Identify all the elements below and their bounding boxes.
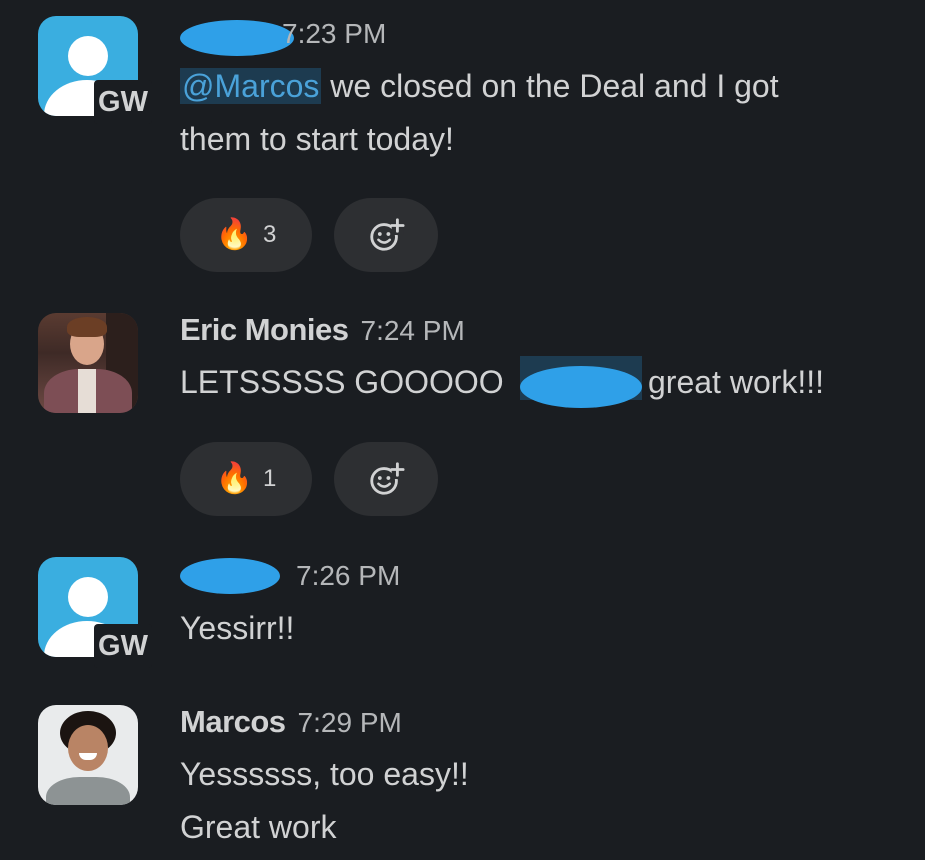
message-text-line: Yessssss, too easy!!: [180, 756, 469, 792]
fire-emoji-icon: 🔥: [215, 218, 253, 251]
message-list: GW 7:23 PM @Marcos we closed on the Deal…: [0, 0, 925, 860]
sender-name[interactable]: Eric Monies: [180, 312, 349, 347]
message-text-line: we closed on the Deal and I got: [321, 68, 779, 104]
message-timestamp[interactable]: 7:23 PM: [282, 14, 386, 54]
avatar-badge: GW: [94, 80, 152, 124]
redaction-mark: [180, 20, 294, 56]
message-text-line: Yessirr!!: [180, 610, 295, 646]
message-text-line: LETSSSSS GOOOOO: [180, 364, 504, 400]
redaction-mark: [180, 558, 280, 594]
message-text-line: great work!!!: [648, 364, 825, 400]
reaction-count: 3: [263, 221, 277, 248]
message-timestamp[interactable]: 7:26 PM: [296, 556, 400, 596]
add-reaction-button[interactable]: [334, 198, 438, 272]
add-emoji-icon: [370, 462, 405, 495]
sender-name[interactable]: Marcos: [180, 704, 286, 739]
message-timestamp[interactable]: 7:24 PM: [361, 315, 465, 346]
reaction-count: 1: [263, 465, 277, 492]
message-header: Marcos 7:29 PM: [180, 702, 402, 743]
add-reaction-button[interactable]: [334, 442, 438, 516]
message-text: LETSSSSS GOOOOO: [180, 356, 504, 409]
add-emoji-icon: [370, 218, 405, 251]
redaction-mark: [520, 366, 642, 408]
message-text-line: Great work: [180, 809, 337, 845]
message-header: Eric Monies 7:24 PM: [180, 310, 465, 351]
message-text-line: them to start today!: [180, 121, 454, 157]
reaction-fire[interactable]: 🔥 3: [180, 198, 312, 272]
avatar[interactable]: [38, 313, 138, 413]
avatar-badge: GW: [94, 624, 152, 668]
message-timestamp[interactable]: 7:29 PM: [298, 707, 402, 738]
avatar[interactable]: [38, 705, 138, 805]
fire-emoji-icon: 🔥: [215, 462, 253, 495]
reaction-fire[interactable]: 🔥 1: [180, 442, 312, 516]
message-text: @Marcos we closed on the Deal and I got: [180, 60, 779, 113]
user-mention[interactable]: @Marcos: [180, 68, 322, 104]
